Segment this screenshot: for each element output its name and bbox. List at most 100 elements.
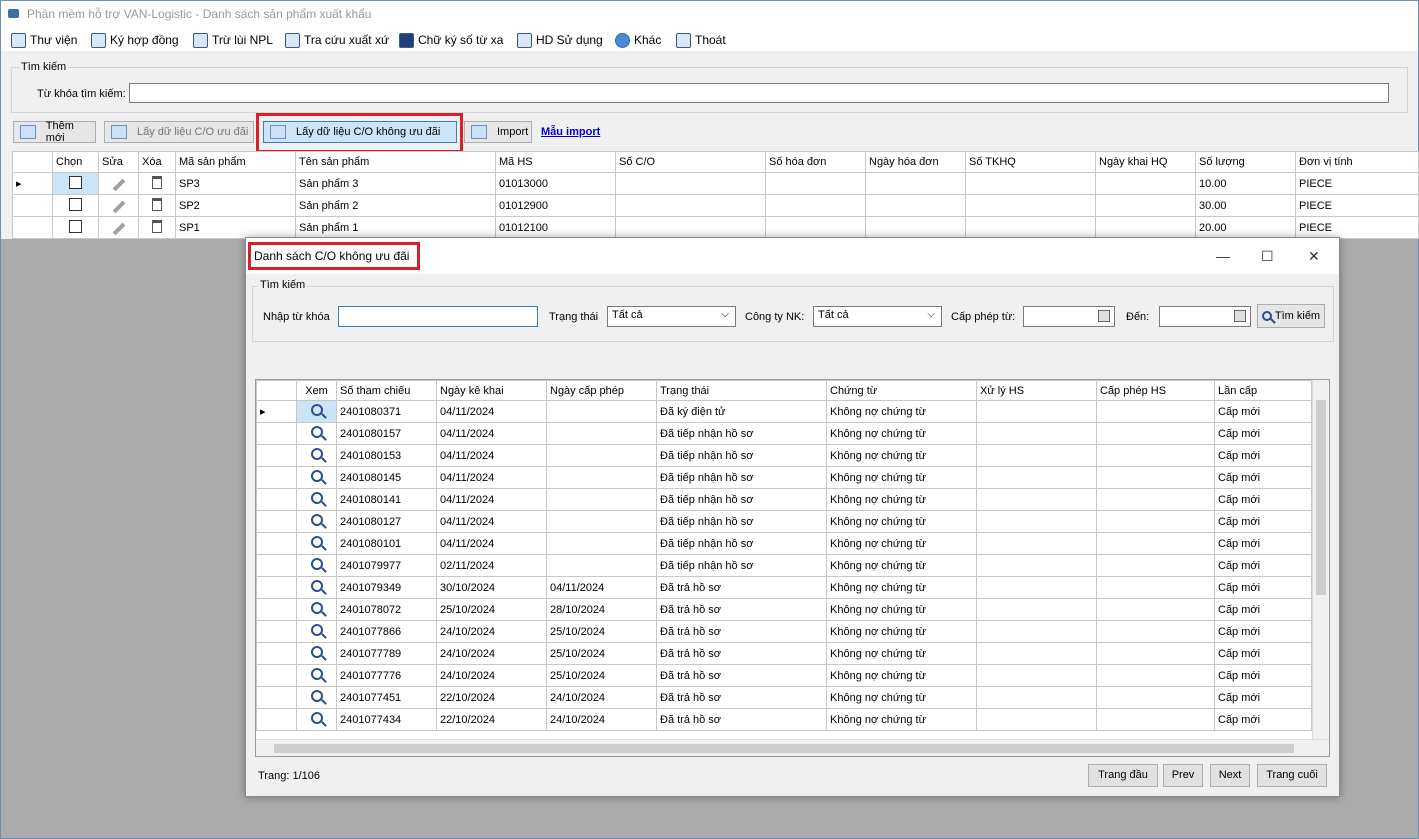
- delete-icon[interactable]: [138, 194, 176, 217]
- col-so-hoa-don[interactable]: Số hóa đơn: [765, 151, 866, 173]
- delete-icon[interactable]: [138, 172, 176, 195]
- col-lan-cap[interactable]: Lần cấp: [1214, 380, 1312, 401]
- col-ngay-ke-khai[interactable]: Ngày kê khai: [436, 380, 547, 401]
- prev-page-button[interactable]: Prev: [1163, 764, 1203, 787]
- table-row[interactable]: 2401080127 04/11/2024 Đã tiếp nhận hồ sơ Kh…: [256, 510, 1312, 533]
- table-row[interactable]: 2401080153 04/11/2024 Đã tiếp nhận hồ sơ Kh…: [256, 444, 1312, 467]
- import-button[interactable]: Import: [464, 121, 532, 143]
- menu-tru-lui-npl[interactable]: Trừ lùi NPL: [193, 31, 273, 49]
- table-row[interactable]: ▸ SP3 Sản phẩm 3 01013000 10.00 PIECE: [12, 172, 1419, 195]
- table-row[interactable]: 2401077434 22/10/2024 24/10/2024 Đã trả hồ …: [256, 708, 1312, 731]
- menu-thu-vien[interactable]: Thư viện: [11, 31, 77, 49]
- col-xem[interactable]: Xem: [296, 380, 337, 401]
- table-row[interactable]: SP1 Sản phẩm 1 01012100 20.00 PIECE: [12, 216, 1419, 239]
- col-so-co[interactable]: Số C/O: [615, 151, 766, 173]
- col-xoa[interactable]: Xóa: [138, 151, 176, 173]
- col-chon[interactable]: Chọn: [52, 151, 99, 173]
- view-icon[interactable]: [296, 466, 337, 489]
- table-row[interactable]: 2401078072 25/10/2024 28/10/2024 Đã trả hồ …: [256, 598, 1312, 621]
- to-date-picker[interactable]: [1159, 306, 1251, 327]
- col-ngay-hoa-don[interactable]: Ngày hóa đơn: [865, 151, 966, 173]
- select-checkbox[interactable]: [52, 194, 99, 217]
- delete-icon[interactable]: [138, 216, 176, 239]
- table-row[interactable]: 2401079977 02/11/2024 Đã tiếp nhận hồ sơ Kh…: [256, 554, 1312, 577]
- col-xu-ly-hs[interactable]: Xử lý HS: [976, 380, 1097, 401]
- view-icon[interactable]: [296, 642, 337, 665]
- view-icon[interactable]: [296, 554, 337, 577]
- menu-chu-ky-so[interactable]: Chữ ký số từ xa: [399, 31, 503, 49]
- close-icon[interactable]: ✕: [1308, 248, 1320, 265]
- select-checkbox[interactable]: [52, 172, 99, 195]
- view-icon[interactable]: [296, 708, 337, 731]
- menu-khac[interactable]: Khác: [615, 31, 661, 49]
- view-icon[interactable]: [296, 422, 337, 445]
- col-ngay-cap-phep[interactable]: Ngày cấp phép: [546, 380, 657, 401]
- col-cap-phep-hs[interactable]: Cấp phép HS: [1096, 380, 1215, 401]
- view-icon[interactable]: [296, 664, 337, 687]
- col-ngay-khai-hq[interactable]: Ngày khai HQ: [1095, 151, 1196, 173]
- issue-times: Cấp mới: [1214, 466, 1312, 489]
- vertical-scroll-thumb[interactable]: [1316, 400, 1326, 595]
- menu-ky-hop-dong[interactable]: Ký hợp đồng: [91, 31, 179, 49]
- col-trang-thai[interactable]: Trạng thái: [656, 380, 827, 401]
- table-row[interactable]: ▸ 2401080371 04/11/2024 Đã ký điện tử Không …: [256, 400, 1312, 423]
- minimize-icon[interactable]: —: [1216, 248, 1230, 264]
- horizontal-scroll-thumb[interactable]: [274, 744, 1294, 753]
- search-button[interactable]: Tìm kiếm: [1257, 304, 1325, 328]
- horizontal-scrollbar[interactable]: [256, 739, 1329, 756]
- get-preferential-co-button[interactable]: Lấy dữ liệu C/O ưu đãi: [104, 121, 254, 143]
- maximize-icon[interactable]: ☐: [1261, 248, 1274, 265]
- lookup-icon: [285, 32, 300, 48]
- status-select[interactable]: Tất cả ⌵: [607, 306, 736, 327]
- table-row[interactable]: 2401080157 04/11/2024 Đã tiếp nhận hồ sơ Kh…: [256, 422, 1312, 445]
- edit-icon[interactable]: [98, 172, 139, 195]
- calendar-icon[interactable]: [1234, 310, 1246, 322]
- dialog-keyword-input[interactable]: [338, 306, 538, 327]
- keyword-input[interactable]: [129, 83, 1389, 103]
- view-icon[interactable]: [296, 444, 337, 467]
- table-row[interactable]: 2401077866 24/10/2024 25/10/2024 Đã trả hồ …: [256, 620, 1312, 643]
- col-ma-san-pham[interactable]: Mã sản phẩm: [175, 151, 296, 173]
- col-chung-tu[interactable]: Chứng từ: [826, 380, 977, 401]
- import-template-link[interactable]: Mẫu import: [541, 126, 600, 138]
- view-icon[interactable]: [296, 620, 337, 643]
- row-header: [12, 194, 53, 217]
- edit-icon[interactable]: [98, 194, 139, 217]
- view-icon[interactable]: [296, 576, 337, 599]
- table-row[interactable]: 2401080145 04/11/2024 Đã tiếp nhận hồ sơ Kh…: [256, 466, 1312, 489]
- col-ten-san-pham[interactable]: Tên sản phẩm: [295, 151, 496, 173]
- next-page-button[interactable]: Next: [1210, 764, 1250, 787]
- calendar-icon[interactable]: [1098, 310, 1110, 322]
- last-page-button[interactable]: Trang cuối: [1257, 764, 1327, 787]
- col-so-luong[interactable]: Số lượng: [1195, 151, 1296, 173]
- menu-hd-su-dung[interactable]: HD Sử dụng: [517, 31, 603, 49]
- add-new-button[interactable]: Thêm mới: [13, 120, 96, 144]
- col-so-tham-chieu[interactable]: Số tham chiếu: [336, 380, 437, 401]
- table-row[interactable]: SP2 Sản phẩm 2 01012900 30.00 PIECE: [12, 194, 1419, 217]
- edit-icon[interactable]: [98, 216, 139, 239]
- first-page-button[interactable]: Trang đầu: [1088, 764, 1158, 787]
- table-row[interactable]: 2401079349 30/10/2024 04/11/2024 Đã trả hồ …: [256, 576, 1312, 599]
- table-row[interactable]: 2401077451 22/10/2024 24/10/2024 Đã trả hồ …: [256, 686, 1312, 709]
- view-icon[interactable]: [296, 598, 337, 621]
- vertical-scrollbar[interactable]: [1312, 380, 1329, 740]
- col-ma-hs[interactable]: Mã HS: [495, 151, 616, 173]
- view-icon[interactable]: [296, 510, 337, 533]
- view-icon[interactable]: [296, 532, 337, 555]
- table-row[interactable]: 2401077789 24/10/2024 25/10/2024 Đã trả hồ …: [256, 642, 1312, 665]
- view-icon[interactable]: [296, 488, 337, 511]
- col-don-vi-tinh[interactable]: Đơn vị tính: [1295, 151, 1419, 173]
- view-icon[interactable]: [296, 686, 337, 709]
- from-date-picker[interactable]: [1023, 306, 1115, 327]
- company-select[interactable]: Tất cả ⌵: [813, 306, 942, 327]
- status: Đã tiếp nhận hồ sơ: [656, 532, 827, 555]
- menu-thoat[interactable]: Thoát: [676, 31, 726, 49]
- col-sua[interactable]: Sửa: [98, 151, 139, 173]
- view-icon[interactable]: [296, 400, 337, 423]
- select-checkbox[interactable]: [52, 216, 99, 239]
- table-row[interactable]: 2401080141 04/11/2024 Đã tiếp nhận hồ sơ Kh…: [256, 488, 1312, 511]
- table-row[interactable]: 2401077776 24/10/2024 25/10/2024 Đã trả hồ …: [256, 664, 1312, 687]
- col-so-tkhq[interactable]: Số TKHQ: [965, 151, 1096, 173]
- table-row[interactable]: 2401080101 04/11/2024 Đã tiếp nhận hồ sơ Kh…: [256, 532, 1312, 555]
- menu-tra-cuu-xuat-xu[interactable]: Tra cứu xuất xứ: [285, 31, 389, 49]
